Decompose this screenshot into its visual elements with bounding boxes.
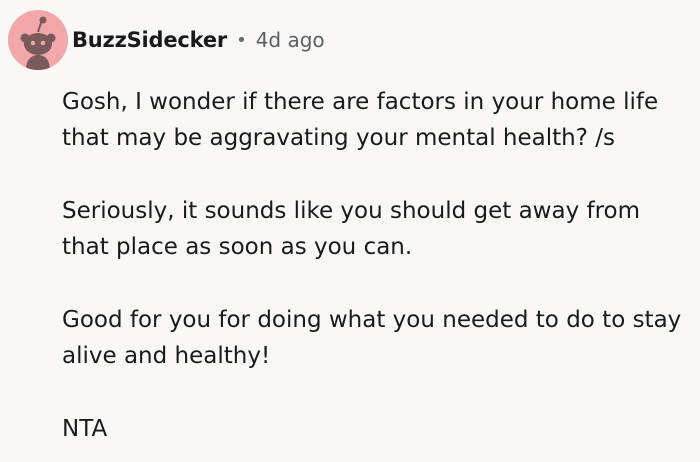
comment-body: Gosh, I wonder if there are factors in y… — [62, 84, 694, 447]
comment-paragraph: NTA — [62, 416, 108, 442]
comment-paragraph: Gosh, I wonder if there are factors in y… — [62, 89, 659, 151]
reddit-snoo-avatar-icon — [20, 16, 56, 70]
comment-paragraph: Seriously, it sounds like you should get… — [62, 198, 641, 260]
comment-author[interactable]: BuzzSidecker — [72, 28, 227, 52]
comment-paragraph: Good for you for doing what you needed t… — [62, 307, 682, 369]
comment-timestamp[interactable]: 4d ago — [256, 28, 325, 52]
separator-dot: • — [236, 29, 247, 51]
comment-header: BuzzSidecker • 4d ago — [8, 10, 325, 70]
comment: BuzzSidecker • 4d ago Gosh, I wonder if … — [0, 0, 700, 462]
avatar[interactable] — [8, 10, 68, 70]
